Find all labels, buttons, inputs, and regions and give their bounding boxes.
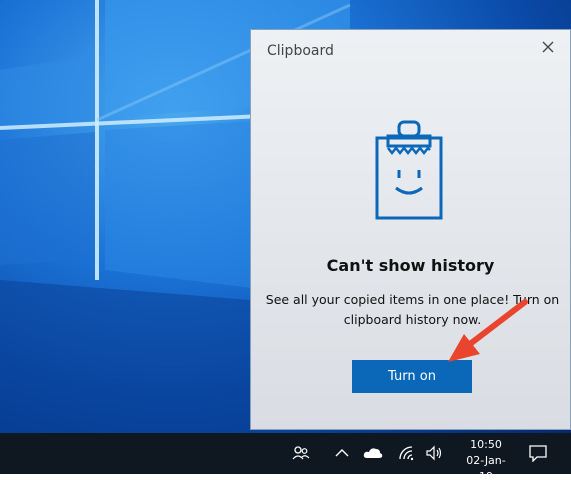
chevron-up-icon[interactable] [332, 443, 352, 463]
red-arrow-annotation [448, 299, 528, 362]
onedrive-icon[interactable] [363, 443, 383, 463]
taskbar-clock[interactable]: 10:50 02-Jan-19 [460, 437, 512, 485]
action-center-icon[interactable] [528, 443, 548, 463]
close-button[interactable] [540, 39, 556, 55]
heading: Can't show history [326, 256, 495, 275]
taskbar: 10:50 02-Jan-19 [0, 433, 571, 483]
close-icon [542, 41, 554, 53]
clipboard-smiley-icon [375, 120, 443, 220]
panel-title: Clipboard [267, 43, 334, 59]
volume-icon[interactable] [425, 443, 445, 463]
clock-time: 10:50 [470, 438, 502, 451]
people-icon[interactable] [291, 443, 311, 463]
clock-date: 02-Jan-19 [466, 454, 506, 483]
wifi-icon[interactable] [396, 443, 416, 463]
